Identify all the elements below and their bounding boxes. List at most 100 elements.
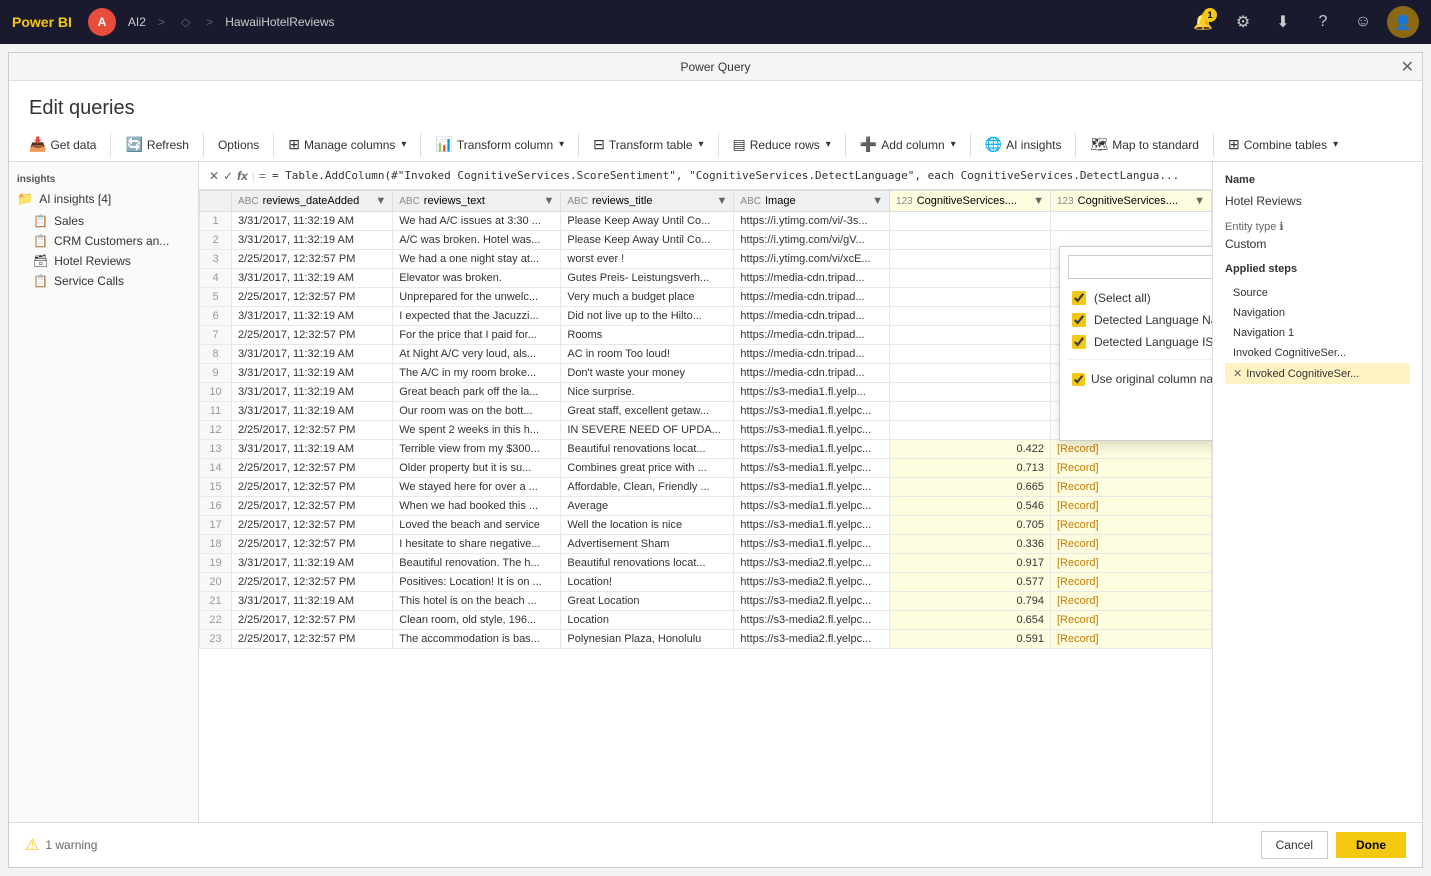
- pq-titlebar: Power Query ✕: [9, 53, 1422, 81]
- cancel-formula-icon[interactable]: ✕: [209, 169, 219, 183]
- col-header-text[interactable]: ABC reviews_text ▼: [393, 191, 561, 212]
- add-column-button[interactable]: ➕ Add column ▾: [852, 132, 964, 157]
- remove-step-icon[interactable]: ✕: [1233, 367, 1242, 380]
- settings-icon[interactable]: ⚙: [1227, 6, 1259, 38]
- cell-date: 3/31/2017, 11:32:19 AM: [232, 402, 393, 421]
- options-button[interactable]: Options: [210, 134, 267, 156]
- col-text-filter[interactable]: ▼: [543, 195, 554, 207]
- sidebar-item-crm[interactable]: 📋 CRM Customers an...: [9, 231, 198, 251]
- combine-tables-caret: ▾: [1333, 139, 1338, 150]
- cell-text: Loved the beach and service: [393, 516, 561, 535]
- applied-step-item[interactable]: Navigation 1: [1225, 323, 1410, 343]
- cell-title: Please Keep Away Until Co...: [561, 231, 734, 250]
- dropdown-search-input[interactable]: [1068, 255, 1212, 279]
- help-icon[interactable]: ?: [1307, 6, 1339, 38]
- reduce-rows-button[interactable]: ▤ Reduce rows ▾: [725, 132, 839, 157]
- col-header-image[interactable]: ABC Image ▼: [734, 191, 890, 212]
- cell-record[interactable]: [Record]: [1050, 497, 1211, 516]
- lang-iso-checkbox[interactable]: [1072, 335, 1086, 349]
- user-avatar-initial[interactable]: A: [88, 8, 116, 36]
- cell-record[interactable]: [Record]: [1050, 573, 1211, 592]
- lang-name-checkbox[interactable]: [1072, 313, 1086, 327]
- cell-record[interactable]: [Record]: [1050, 459, 1211, 478]
- col-header-title[interactable]: ABC reviews_title ▼: [561, 191, 734, 212]
- step-label: Invoked CognitiveSer...: [1246, 368, 1359, 380]
- get-data-button[interactable]: 📥 Get data: [21, 132, 104, 157]
- transform-column-icon: 📊: [435, 136, 452, 153]
- map-to-standard-button[interactable]: 🗺 Map to standard: [1082, 132, 1207, 157]
- cell-date: 2/25/2017, 12:32:57 PM: [232, 497, 393, 516]
- cell-record[interactable]: [Record]: [1050, 630, 1211, 649]
- cell-date: 2/25/2017, 12:32:57 PM: [232, 288, 393, 307]
- sidebar-item-sales[interactable]: 📋 Sales: [9, 211, 198, 231]
- use-prefix-checkbox[interactable]: [1072, 373, 1085, 386]
- applied-step-item[interactable]: Source: [1225, 283, 1410, 303]
- applied-step-item[interactable]: Navigation: [1225, 303, 1410, 323]
- cell-score: 0.422: [890, 440, 1051, 459]
- transform-column-caret: ▾: [559, 139, 564, 150]
- cancel-button[interactable]: Cancel: [1261, 831, 1328, 859]
- cell-score: [890, 364, 1051, 383]
- applied-step-item[interactable]: Invoked CognitiveSer...: [1225, 343, 1410, 363]
- cell-text: We had a one night stay at...: [393, 250, 561, 269]
- cell-record[interactable]: [Record]: [1050, 554, 1211, 573]
- table-icon: 📋: [33, 214, 48, 228]
- combine-tables-button[interactable]: ⊞ Combine tables ▾: [1220, 132, 1346, 157]
- bottom-bar: ⚠ 1 warning Cancel Done: [9, 822, 1422, 867]
- row-number: 17: [200, 516, 232, 535]
- dropdown-item-select-all[interactable]: (Select all): [1068, 287, 1212, 309]
- cell-title: Please Keep Away Until Co...: [561, 212, 734, 231]
- col-cog1-filter[interactable]: ▼: [1033, 195, 1044, 207]
- download-icon[interactable]: ⬇: [1267, 6, 1299, 38]
- sidebar-item-service-calls[interactable]: 📋 Service Calls: [9, 271, 198, 291]
- dropdown-item-lang-iso[interactable]: Detected Language ISO Code: [1068, 331, 1212, 353]
- info-icon[interactable]: ℹ: [1279, 221, 1283, 233]
- manage-columns-button[interactable]: ⊞ Manage columns ▾: [280, 132, 414, 157]
- formula-input[interactable]: [272, 169, 1208, 182]
- close-icon[interactable]: ✕: [1401, 57, 1414, 77]
- row-number: 1: [200, 212, 232, 231]
- cell-date: 3/31/2017, 11:32:19 AM: [232, 440, 393, 459]
- cell-text: Elevator was broken.: [393, 269, 561, 288]
- col-header-cog1[interactable]: 123 CognitiveServices.... ▼: [890, 191, 1051, 212]
- transform-column-button[interactable]: 📊 Transform column ▾: [427, 132, 572, 157]
- cell-record[interactable]: [Record]: [1050, 592, 1211, 611]
- transform-table-button[interactable]: ⊟ Transform table ▾: [585, 132, 711, 157]
- lang-name-label: Detected Language Name: [1094, 313, 1212, 327]
- get-data-icon: 📥: [29, 136, 46, 153]
- col-image-filter[interactable]: ▼: [872, 195, 883, 207]
- col-header-date[interactable]: ABC reviews_dateAdded ▼: [232, 191, 393, 212]
- cell-title: Affordable, Clean, Friendly ...: [561, 478, 734, 497]
- dropdown-item-lang-name[interactable]: Detected Language Name: [1068, 309, 1212, 331]
- cell-score: [890, 402, 1051, 421]
- cell-date: 3/31/2017, 11:32:19 AM: [232, 383, 393, 402]
- emoji-icon[interactable]: ☺: [1347, 6, 1379, 38]
- col-cog2-filter[interactable]: ▼: [1194, 195, 1205, 207]
- cell-title: Nice surprise.: [561, 383, 734, 402]
- cell-score: 0.577: [890, 573, 1051, 592]
- sidebar-item-hotel-reviews[interactable]: 🗃 Hotel Reviews: [9, 251, 198, 271]
- cell-record[interactable]: [Record]: [1050, 535, 1211, 554]
- refresh-button[interactable]: 🔄 Refresh: [117, 132, 196, 157]
- cell-date: 3/31/2017, 11:32:19 AM: [232, 554, 393, 573]
- select-all-checkbox[interactable]: [1072, 291, 1086, 305]
- cell-date: 2/25/2017, 12:32:57 PM: [232, 478, 393, 497]
- cell-record[interactable]: [Record]: [1050, 440, 1211, 459]
- cell-title: Well the location is nice: [561, 516, 734, 535]
- sidebar-item-ai-insights[interactable]: 📁 AI insights [4]: [9, 187, 198, 211]
- col-header-cog2[interactable]: 123 CognitiveServices.... ▼: [1050, 191, 1211, 212]
- notifications-icon[interactable]: 🔔 1: [1187, 6, 1219, 38]
- cell-record[interactable]: [Record]: [1050, 516, 1211, 535]
- sidebar-item-label: AI insights [4]: [39, 192, 111, 206]
- cell-record[interactable]: [Record]: [1050, 478, 1211, 497]
- cell-record[interactable]: [Record]: [1050, 611, 1211, 630]
- done-button[interactable]: Done: [1336, 832, 1406, 858]
- cell-score: [890, 345, 1051, 364]
- confirm-formula-icon[interactable]: ✓: [223, 169, 233, 183]
- applied-step-item[interactable]: ✕ Invoked CognitiveSer...: [1225, 363, 1410, 384]
- col-title-filter[interactable]: ▼: [717, 195, 728, 207]
- user-profile-avatar[interactable]: 👤: [1387, 6, 1419, 38]
- row-number: 18: [200, 535, 232, 554]
- ai-insights-button[interactable]: 🌐 AI insights: [977, 132, 1070, 157]
- col-date-filter[interactable]: ▼: [375, 195, 386, 207]
